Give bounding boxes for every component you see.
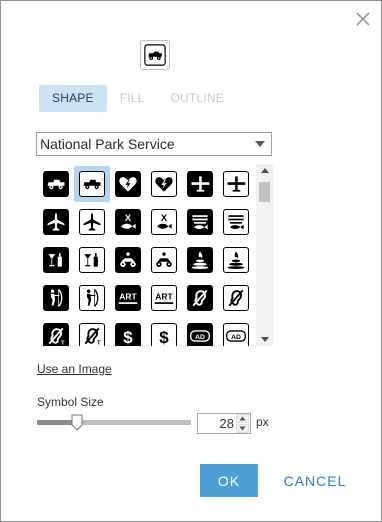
- archery-icon: [43, 285, 69, 311]
- svg-text:ART: ART: [119, 292, 137, 302]
- no-fishing-icon: X: [115, 209, 141, 235]
- airport-icon: [187, 171, 213, 197]
- fishing-icon: [187, 209, 213, 235]
- hearing-impaired-icon: [223, 285, 249, 311]
- symbol-option-first-aid-dark[interactable]: [110, 166, 146, 202]
- fishing-icon: [223, 209, 249, 235]
- archery-icon: [79, 285, 105, 311]
- scroll-thumb[interactable]: [259, 182, 270, 202]
- firepit-icon: [223, 247, 249, 273]
- ok-button[interactable]: OK: [200, 464, 258, 497]
- symbol-option-assistive-listening-dark[interactable]: T: [38, 318, 74, 346]
- airport-icon: [223, 171, 249, 197]
- scroll-up-icon[interactable]: [261, 168, 269, 173]
- jeep-icon: [144, 44, 166, 66]
- symbol-option-airport-plane-dark[interactable]: [38, 204, 74, 240]
- bar-icon: [79, 247, 105, 273]
- symbol-option-no-fishing-dark[interactable]: X: [110, 204, 146, 240]
- svg-text:T: T: [97, 340, 101, 346]
- first-aid-icon: [151, 171, 177, 197]
- bar-icon: [43, 247, 69, 273]
- symbol-option-hearing-impaired-dark[interactable]: [182, 280, 218, 316]
- use-an-image-link[interactable]: Use an Image: [37, 362, 112, 376]
- tab-shape[interactable]: SHAPE: [39, 85, 107, 112]
- symbol-option-airport-light[interactable]: [218, 166, 254, 202]
- audio-description-icon: AD: [187, 323, 213, 346]
- symbol-option-firepit-dark[interactable]: [182, 242, 218, 278]
- symbol-grid: X X ART ART T T $ $ AD AD: [38, 166, 258, 346]
- symbol-option-fee-light[interactable]: $: [146, 318, 182, 346]
- svg-text:$: $: [123, 328, 133, 346]
- symbol-preview: [140, 40, 170, 70]
- chevron-down-icon: [255, 141, 265, 147]
- symbol-size-input-box: [197, 413, 251, 434]
- symbol-grid-scrollbar[interactable]: [256, 164, 273, 346]
- symbol-size-label: Symbol Size: [37, 395, 104, 409]
- fee-icon: $: [115, 323, 141, 346]
- assistive-listening-icon: T: [79, 323, 105, 346]
- decrement-icon[interactable]: [236, 424, 249, 433]
- symbol-option-archery-dark[interactable]: [38, 280, 74, 316]
- atv-icon: [151, 247, 177, 273]
- symbol-option-assistive-listening-light[interactable]: T: [74, 318, 110, 346]
- svg-text:T: T: [61, 340, 65, 346]
- increment-icon[interactable]: [236, 414, 249, 423]
- close-icon[interactable]: [355, 11, 371, 27]
- atv-icon: [115, 247, 141, 273]
- symbol-option-jeep-dark[interactable]: [38, 166, 74, 202]
- symbol-option-atv-dark[interactable]: [110, 242, 146, 278]
- tab-bar: SHAPE FILL OUTLINE: [39, 85, 237, 112]
- scroll-down-icon[interactable]: [261, 337, 269, 342]
- first-aid-icon: [115, 171, 141, 197]
- symbol-option-no-fishing-light[interactable]: X: [146, 204, 182, 240]
- symbol-category-select[interactable]: National Park Service: [36, 132, 272, 156]
- symbol-option-first-aid-light[interactable]: [146, 166, 182, 202]
- svg-text:ART: ART: [155, 292, 173, 302]
- symbol-option-airport-plane-light[interactable]: [74, 204, 110, 240]
- audio-description-icon: AD: [223, 323, 249, 346]
- symbol-option-art-dark[interactable]: ART: [110, 280, 146, 316]
- symbol-option-archery-light[interactable]: [74, 280, 110, 316]
- symbol-option-jeep-light[interactable]: [74, 166, 110, 202]
- cancel-button[interactable]: CANCEL: [277, 464, 353, 497]
- symbol-picker-dialog: SHAPE FILL OUTLINE National Park Service…: [0, 0, 382, 522]
- symbol-category-value: National Park Service: [40, 136, 175, 152]
- airport-plane-icon: [79, 209, 105, 235]
- symbol-option-hearing-impaired-light[interactable]: [218, 280, 254, 316]
- symbol-option-firepit-light[interactable]: [218, 242, 254, 278]
- symbol-option-fishing-dark[interactable]: [182, 204, 218, 240]
- art-icon: ART: [151, 285, 177, 311]
- svg-text:$: $: [159, 328, 169, 346]
- assistive-listening-icon: T: [43, 323, 69, 346]
- symbol-size-slider-thumb[interactable]: [71, 414, 83, 431]
- no-fishing-icon: X: [151, 209, 177, 235]
- symbol-option-art-light[interactable]: ART: [146, 280, 182, 316]
- symbol-grid-viewport: X X ART ART T T $ $ AD AD: [36, 164, 273, 346]
- symbol-option-airport-dark[interactable]: [182, 166, 218, 202]
- jeep-icon: [43, 171, 69, 197]
- airport-plane-icon: [43, 209, 69, 235]
- tab-outline[interactable]: OUTLINE: [158, 85, 237, 112]
- svg-text:X: X: [161, 213, 168, 223]
- svg-text:AD: AD: [195, 334, 205, 341]
- firepit-icon: [187, 247, 213, 273]
- symbol-option-bar-dark[interactable]: [38, 242, 74, 278]
- hearing-impaired-icon: [187, 285, 213, 311]
- svg-text:AD: AD: [231, 334, 241, 341]
- art-icon: ART: [115, 285, 141, 311]
- svg-text:X: X: [125, 213, 132, 223]
- symbol-option-audio-description-light[interactable]: AD: [218, 318, 254, 346]
- symbol-option-bar-light[interactable]: [74, 242, 110, 278]
- symbol-option-atv-light[interactable]: [146, 242, 182, 278]
- symbol-size-slider-track[interactable]: [37, 420, 191, 425]
- symbol-option-fishing-light[interactable]: [218, 204, 254, 240]
- tab-fill[interactable]: FILL: [107, 85, 158, 112]
- symbol-size-input[interactable]: [198, 414, 236, 433]
- symbol-option-audio-description-dark[interactable]: AD: [182, 318, 218, 346]
- symbol-size-unit: px: [256, 415, 269, 429]
- jeep-icon: [79, 171, 105, 197]
- symbol-option-fee-dark[interactable]: $: [110, 318, 146, 346]
- fee-icon: $: [151, 323, 177, 346]
